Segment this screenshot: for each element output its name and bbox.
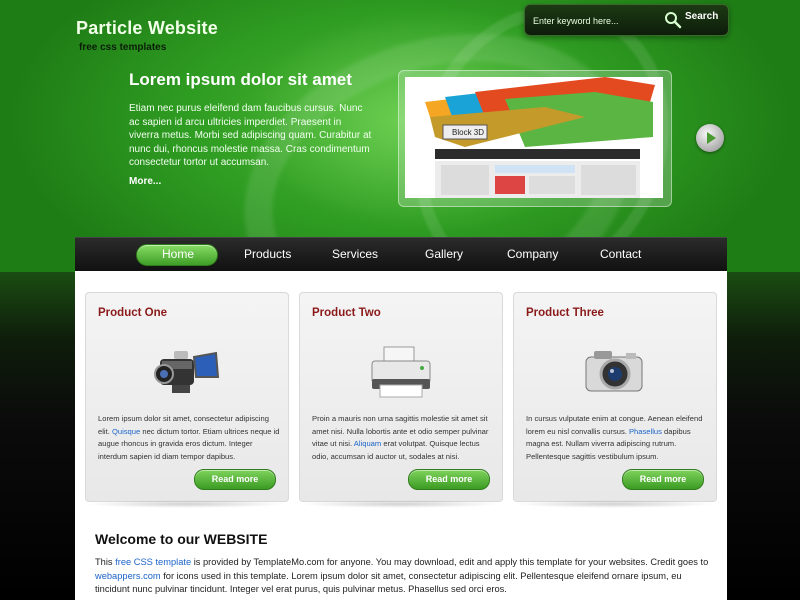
welcome-text-part: This bbox=[95, 557, 116, 567]
nav-item-home[interactable]: Home bbox=[162, 247, 194, 261]
hero-title: Lorem ipsum dolor sit amet bbox=[129, 70, 352, 89]
free-css-template-link[interactable]: free CSS template bbox=[115, 557, 191, 567]
main-navigation: Home Products Services Gallery Company C… bbox=[75, 237, 727, 272]
template-preview-image[interactable]: Block 3D bbox=[405, 77, 663, 198]
product-inline-link[interactable]: Phasellus bbox=[629, 427, 662, 436]
product-title[interactable]: Product Two bbox=[312, 307, 381, 319]
read-more-button[interactable]: Read more bbox=[194, 469, 276, 490]
product-description: Proin a mauris non urna sagittis molesti… bbox=[312, 413, 494, 463]
card-shadow bbox=[299, 500, 501, 508]
welcome-text-part: for icons used in this template. Lorem i… bbox=[95, 570, 682, 595]
product-description: Lorem ipsum dolor sit amet, consectetur … bbox=[98, 413, 280, 463]
read-more-button[interactable]: Read more bbox=[408, 469, 490, 490]
product-title[interactable]: Product Three bbox=[526, 307, 604, 319]
printer-icon bbox=[371, 346, 431, 398]
hero-more-link[interactable]: More... bbox=[129, 176, 161, 187]
welcome-text-part: is provided by TemplateMo.com for anyone… bbox=[191, 557, 709, 567]
video-camera-icon bbox=[154, 351, 220, 393]
photo-camera-icon bbox=[585, 351, 643, 392]
nav-item-contact[interactable]: Contact bbox=[600, 247, 641, 261]
product-card: Product Three In cursus vulputate enim a… bbox=[513, 292, 717, 502]
nav-item-gallery[interactable]: Gallery bbox=[425, 247, 463, 261]
product-inline-link[interactable]: Quisque bbox=[112, 427, 140, 436]
welcome-text: This free CSS template is provided by Te… bbox=[95, 556, 710, 597]
search-box: Search bbox=[524, 4, 729, 36]
card-shadow bbox=[85, 500, 287, 508]
welcome-heading: Welcome to our WEBSITE bbox=[95, 531, 268, 547]
nav-item-services[interactable]: Services bbox=[332, 247, 378, 261]
next-slide-button[interactable] bbox=[696, 124, 724, 152]
site-tagline: free css templates bbox=[79, 42, 167, 53]
read-more-button[interactable]: Read more bbox=[622, 469, 704, 490]
nav-item-company[interactable]: Company bbox=[507, 247, 558, 261]
product-title[interactable]: Product One bbox=[98, 307, 167, 319]
nav-item-products[interactable]: Products bbox=[244, 247, 291, 261]
preview-caption: Block 3D bbox=[452, 128, 484, 137]
webappers-link[interactable]: webappers.com bbox=[95, 571, 161, 581]
product-card: Product One Lorem ipsum dolor sit amet, … bbox=[85, 292, 289, 502]
product-description: In cursus vulputate enim at congue. Aene… bbox=[526, 413, 708, 463]
search-input[interactable] bbox=[531, 10, 681, 32]
search-icon[interactable] bbox=[664, 11, 682, 29]
play-arrow-icon bbox=[707, 132, 716, 144]
search-button[interactable]: Search bbox=[685, 11, 718, 22]
hero-text: Etiam nec purus eleifend dam faucibus cu… bbox=[129, 103, 372, 168]
product-card: Product Two Proin a mauris non urna sagi… bbox=[299, 292, 503, 502]
site-title[interactable]: Particle Website bbox=[76, 18, 218, 39]
product-inline-link[interactable]: Aliquam bbox=[354, 439, 381, 448]
card-shadow bbox=[513, 500, 715, 508]
